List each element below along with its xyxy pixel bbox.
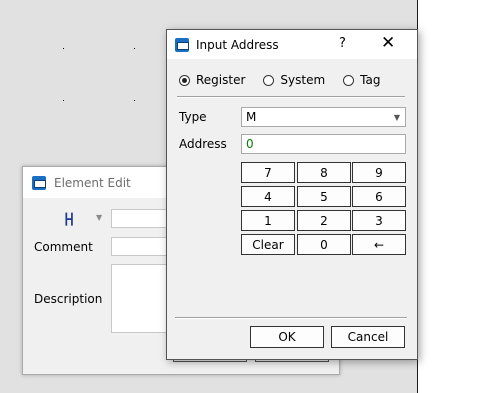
key-1[interactable]: 1 (241, 210, 295, 231)
backspace-button[interactable]: ← (352, 234, 406, 255)
radio-tag[interactable]: Tag (343, 73, 380, 87)
key-8[interactable]: 8 (297, 162, 351, 183)
input-address-titlebar[interactable]: Input Address ? ✕ (167, 30, 417, 59)
input-address-title: Input Address (196, 37, 279, 52)
cancel-button[interactable]: Cancel (331, 326, 405, 348)
type-label: Type (179, 110, 207, 124)
chevron-down-icon: ▼ (393, 113, 400, 122)
input-address-dialog: Input Address ? ✕ Register System Tag Ty… (166, 29, 418, 360)
comment-field[interactable] (111, 237, 171, 256)
address-label: Address (179, 137, 227, 151)
comment-label: Comment (34, 240, 93, 254)
type-value: M (246, 110, 257, 124)
key-2[interactable]: 2 (297, 210, 351, 231)
radio-on-icon (179, 74, 190, 86)
key-4[interactable]: 4 (241, 186, 295, 207)
app-icon (175, 37, 189, 52)
key-3[interactable]: 3 (352, 210, 406, 231)
radio-system-label: System (280, 73, 326, 87)
key-0[interactable]: 0 (297, 234, 351, 255)
address-kind-group: Register System Tag (179, 73, 398, 87)
radio-system[interactable]: System (263, 73, 325, 87)
background-panel (417, 0, 479, 393)
ok-button[interactable]: OK (250, 326, 324, 348)
address-input[interactable]: 0 (241, 134, 406, 154)
grid-dot (134, 48, 135, 49)
grid-dot (63, 100, 64, 101)
radio-tag-label: Tag (360, 73, 381, 87)
key-6[interactable]: 6 (352, 186, 406, 207)
grid-dot (134, 100, 135, 101)
divider (177, 96, 405, 98)
type-select[interactable]: M ▼ (241, 107, 406, 127)
description-field[interactable] (111, 264, 171, 333)
key-9[interactable]: 9 (352, 162, 406, 183)
close-button[interactable]: ✕ (381, 33, 395, 53)
description-label: Description (34, 292, 103, 306)
radio-off-icon (343, 74, 355, 86)
contact-symbol-icon[interactable]: ┣┫ (63, 213, 75, 226)
divider (175, 317, 407, 319)
element-address-field[interactable] (111, 209, 171, 228)
key-7[interactable]: 7 (241, 162, 295, 183)
radio-register[interactable]: Register (179, 73, 245, 87)
key-5[interactable]: 5 (297, 186, 351, 207)
clear-button[interactable]: Clear (241, 234, 295, 255)
grid-dot (63, 48, 64, 49)
help-button[interactable]: ? (339, 36, 346, 51)
radio-off-icon (263, 74, 275, 86)
radio-register-label: Register (196, 73, 246, 87)
chevron-down-icon[interactable]: ▼ (96, 213, 102, 222)
app-icon (32, 175, 46, 190)
element-edit-title: Element Edit (54, 175, 131, 190)
